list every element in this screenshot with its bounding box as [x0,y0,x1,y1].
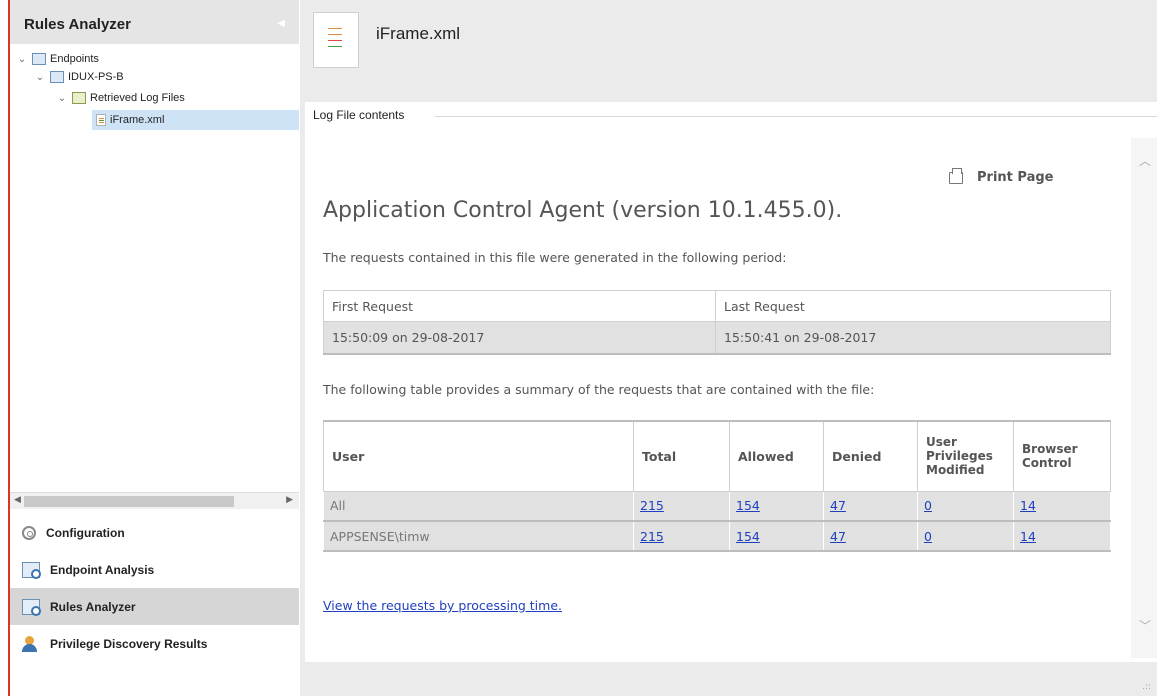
browser-control-link[interactable]: 14 [1020,498,1036,513]
endpoints-icon [32,53,46,65]
nav-item-rules-analyzer[interactable]: Rules Analyzer [10,588,299,625]
table-header: Last Request [715,290,1111,322]
tree-item-label: IDUX-PS-B [68,71,124,83]
rules-analyzer-icon [22,598,41,616]
summary-description: The following table provides a summary o… [323,382,875,397]
app-window: Rules Analyzer ◀ ⌄ Endpoints ⌄ IDUX-PS-B… [0,0,1157,696]
collapse-pane-icon[interactable]: ◀ [277,18,285,29]
nav-item-privilege-discovery-results[interactable]: Privilege Discovery Results [10,625,299,662]
nav-menu: Configuration Endpoint Analysis Rules An… [10,514,299,662]
denied-link[interactable]: 47 [830,529,846,544]
endpoint-tree: ⌄ Endpoints ⌄ IDUX-PS-B ⌄ Retrieved Log … [10,44,299,492]
scrollbar-thumb[interactable] [24,496,234,507]
tree-item-iframe-xml[interactable]: iFrame.xml [92,110,299,130]
allowed-link[interactable]: 154 [736,498,760,513]
file-header: iFrame.xml [300,0,1157,100]
tree-item-endpoints[interactable]: ⌄ Endpoints [16,49,99,69]
privilege-discovery-icon [22,635,40,652]
computer-icon [50,71,64,83]
table-header: Allowed [729,420,824,492]
period-description: The requests contained in this file were… [323,250,787,265]
document-vertical-scrollbar[interactable]: ︿ ﹀ [1131,138,1157,658]
privileges-modified-link[interactable]: 0 [924,529,932,544]
scroll-down-icon[interactable]: ﹀ [1139,617,1151,634]
period-table: First Request Last Request 15:50:09 on 2… [323,290,1111,355]
table-header: Total [633,420,730,492]
nav-item-endpoint-analysis[interactable]: Endpoint Analysis [10,551,299,588]
nav-item-label: Endpoint Analysis [50,562,155,577]
nav-item-label: Configuration [46,525,125,540]
log-document: Print Page Application Control Agent (ve… [313,138,1131,658]
group-divider [435,116,1157,117]
group-label: Log File contents [313,108,411,122]
tree-item-retrieved-log-files[interactable]: ⌄ Retrieved Log Files [56,88,185,108]
left-pane-title: Rules Analyzer [24,16,131,33]
total-link[interactable]: 215 [640,529,664,544]
privileges-modified-link[interactable]: 0 [924,498,932,513]
file-title: iFrame.xml [376,24,461,43]
first-request-value: 15:50:09 on 29-08-2017 [323,321,716,355]
scroll-left-icon[interactable]: ◀ [14,495,21,505]
scroll-right-icon[interactable]: ▶ [286,495,293,505]
last-request-value: 15:50:41 on 29-08-2017 [715,321,1111,355]
left-pane-header: Rules Analyzer ◀ [10,0,299,44]
user-cell: APPSENSE\timw [323,520,634,552]
table-header: User [323,420,634,492]
printer-icon [949,167,963,184]
chevron-down-icon[interactable]: ⌄ [16,54,28,65]
table-row: APPSENSE\timw 215 154 47 0 14 [323,520,1111,552]
nav-item-label: Rules Analyzer [50,599,136,614]
left-pane: Rules Analyzer ◀ ⌄ Endpoints ⌄ IDUX-PS-B… [10,0,299,696]
tree-item-idux-ps-b[interactable]: ⌄ IDUX-PS-B [34,67,124,87]
allowed-link[interactable]: 154 [736,529,760,544]
nav-item-configuration[interactable]: Configuration [10,514,299,551]
chevron-down-icon[interactable]: ⌄ [34,72,46,83]
log-files-icon [72,92,86,104]
tree-item-label: Endpoints [50,53,99,65]
endpoint-analysis-icon [22,561,41,579]
table-header: User Privileges Modified [917,420,1014,492]
table-header: Denied [823,420,918,492]
log-file-contents-panel: Log File contents Print Page Application… [305,102,1157,662]
tree-item-label: Retrieved Log Files [90,92,185,104]
xml-file-icon [96,114,106,126]
gear-icon [22,525,36,540]
agent-heading: Application Control Agent (version 10.1.… [323,198,843,223]
right-pane: iFrame.xml Log File contents Print Page … [300,0,1157,696]
scroll-up-icon[interactable]: ︿ [1139,152,1151,169]
nav-item-label: Privilege Discovery Results [50,636,208,651]
print-page-label: Print Page [977,170,1054,185]
table-row: All 215 154 47 0 14 [323,490,1111,522]
total-link[interactable]: 215 [640,498,664,513]
table-header: First Request [323,290,716,322]
tree-item-label: iFrame.xml [110,114,165,126]
table-header: Browser Control [1013,420,1111,492]
resize-grip-icon[interactable]: .:: [1142,682,1151,692]
denied-link[interactable]: 47 [830,498,846,513]
user-cell: All [323,490,634,522]
xml-document-icon [313,12,359,68]
chevron-down-icon[interactable]: ⌄ [56,93,68,104]
summary-table: User Total Allowed Denied User Privilege… [323,420,1111,552]
print-page-button[interactable]: Print Page [949,167,1054,185]
tree-horizontal-scrollbar[interactable]: ◀ ▶ [10,492,299,509]
view-by-processing-time-link[interactable]: View the requests by processing time. [323,598,562,613]
browser-control-link[interactable]: 14 [1020,529,1036,544]
